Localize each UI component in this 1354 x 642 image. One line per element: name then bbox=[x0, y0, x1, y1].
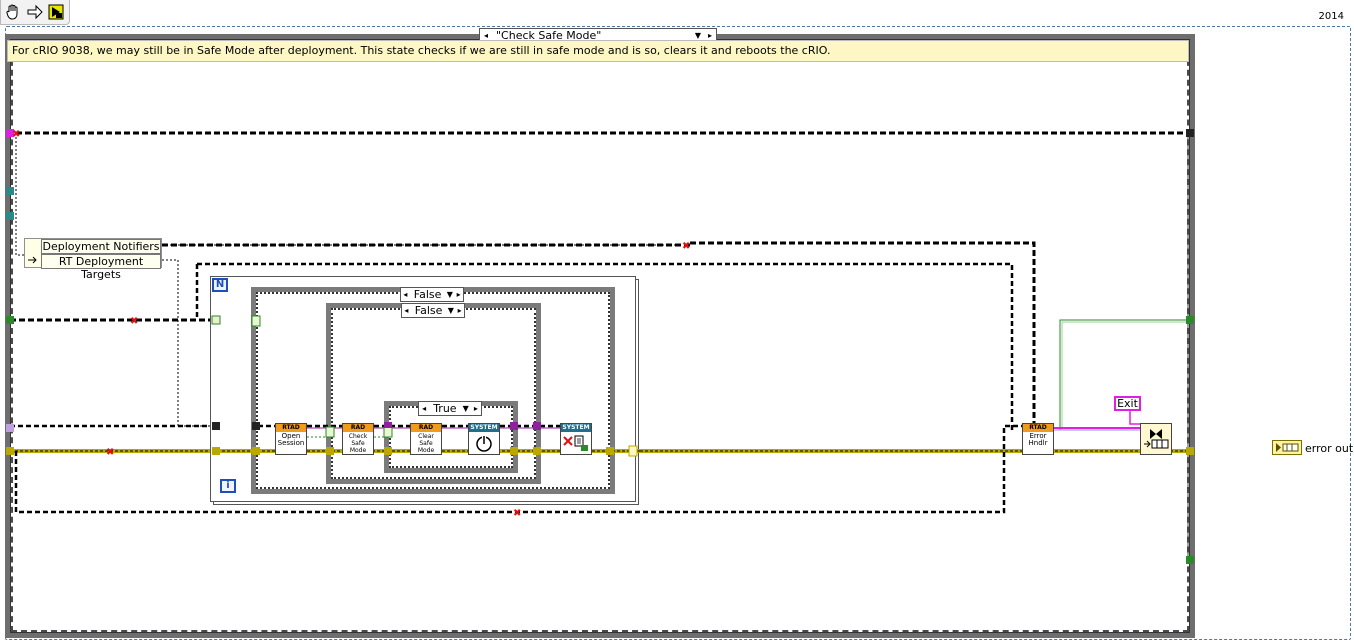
close-session-subvi[interactable]: SYSTEM bbox=[560, 423, 592, 455]
error-cluster-icon bbox=[1276, 443, 1299, 452]
clear-safe-mode-subvi[interactable]: RAD Clear Safe Mode bbox=[410, 423, 442, 455]
close-session-icon bbox=[563, 435, 588, 451]
enqueue-icon bbox=[1144, 429, 1169, 449]
power-icon bbox=[476, 435, 492, 452]
reboot-subvi[interactable]: SYSTEM bbox=[468, 423, 500, 455]
check-safe-mode-subvi[interactable]: RAD Check Safe Mode bbox=[342, 423, 374, 455]
enqueue-element-node[interactable] bbox=[1140, 423, 1172, 455]
wires-overlay bbox=[211, 315, 640, 457]
open-session-subvi[interactable]: RTAD Open Session bbox=[275, 423, 307, 455]
error-handler-subvi[interactable]: RTAD Error Hndlr bbox=[1022, 423, 1054, 455]
error-out-label: error out bbox=[1305, 442, 1354, 455]
exit-string-constant[interactable]: Exit bbox=[1114, 396, 1141, 411]
error-out-indicator[interactable] bbox=[1272, 440, 1302, 455]
